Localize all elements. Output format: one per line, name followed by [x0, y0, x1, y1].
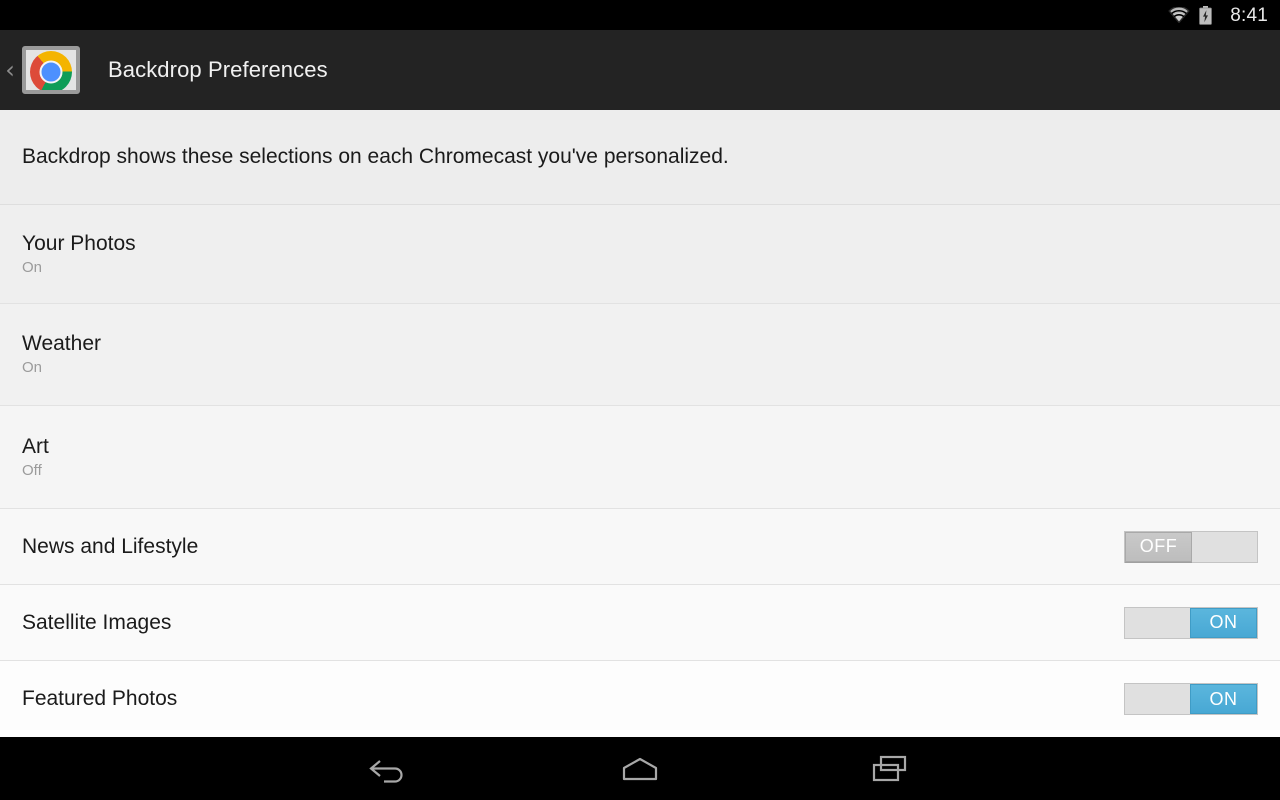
- list-item-featured-photos[interactable]: Featured Photos ON: [0, 661, 1280, 737]
- navigation-bar: [0, 737, 1280, 800]
- list-item-your-photos[interactable]: Your Photos On: [0, 205, 1280, 304]
- info-banner-text: Backdrop shows these selections on each …: [22, 145, 729, 168]
- wifi-icon: [1168, 6, 1190, 24]
- list-item-weather[interactable]: Weather On: [0, 304, 1280, 406]
- list-item-satellite-images[interactable]: Satellite Images ON: [0, 585, 1280, 661]
- list-item-texts: Satellite Images: [22, 611, 171, 634]
- list-item-subtitle: Off: [22, 461, 42, 479]
- list-item-title: Your Photos: [22, 231, 136, 255]
- toggle-featured-photos[interactable]: ON: [1124, 683, 1258, 715]
- page-title: Backdrop Preferences: [108, 57, 328, 82]
- status-bar: 8:41: [0, 0, 1280, 30]
- back-chevron-icon[interactable]: ‹: [0, 30, 20, 110]
- toggle-thumb[interactable]: OFF: [1125, 531, 1192, 562]
- status-icons: 8:41: [1168, 4, 1268, 26]
- list-item-texts: Your Photos On: [22, 232, 136, 277]
- list-item-title: Weather: [22, 332, 101, 356]
- list-item-title: Art: [22, 434, 49, 458]
- list-item-subtitle: On: [22, 258, 43, 276]
- list-item-title: Featured Photos: [22, 687, 178, 711]
- chromecast-app-icon[interactable]: [20, 42, 82, 98]
- info-banner: Backdrop shows these selections on each …: [0, 110, 1280, 205]
- list-item-texts: News and Lifestyle: [22, 535, 198, 558]
- toggle-satellite-images[interactable]: ON: [1124, 606, 1258, 639]
- list-item-art[interactable]: Art Off: [0, 406, 1280, 509]
- recents-icon[interactable]: [855, 746, 925, 791]
- toggle-thumb[interactable]: ON: [1190, 607, 1257, 638]
- back-icon[interactable]: [355, 746, 425, 791]
- list-item-texts: Art Off: [22, 435, 49, 480]
- toggle-thumb[interactable]: ON: [1190, 684, 1257, 714]
- preferences-list: Backdrop shows these selections on each …: [0, 110, 1280, 737]
- action-bar: ‹ Backdrop Preferences: [0, 30, 1280, 110]
- status-time: 8:41: [1230, 4, 1268, 26]
- list-item-title: News and Lifestyle: [22, 534, 199, 558]
- list-item-news-and-lifestyle[interactable]: News and Lifestyle OFF: [0, 509, 1280, 585]
- battery-charging-icon: [1199, 5, 1213, 25]
- android-screen: 8:41 ‹ Backdrop Preferences Backdrop sho…: [0, 0, 1280, 800]
- list-item-subtitle: On: [22, 359, 43, 377]
- list-item-texts: Featured Photos: [22, 687, 177, 710]
- toggle-news-and-lifestyle[interactable]: OFF: [1124, 530, 1258, 563]
- list-item-texts: Weather On: [22, 332, 101, 377]
- list-item-title: Satellite Images: [22, 610, 172, 634]
- home-icon[interactable]: [605, 746, 675, 791]
